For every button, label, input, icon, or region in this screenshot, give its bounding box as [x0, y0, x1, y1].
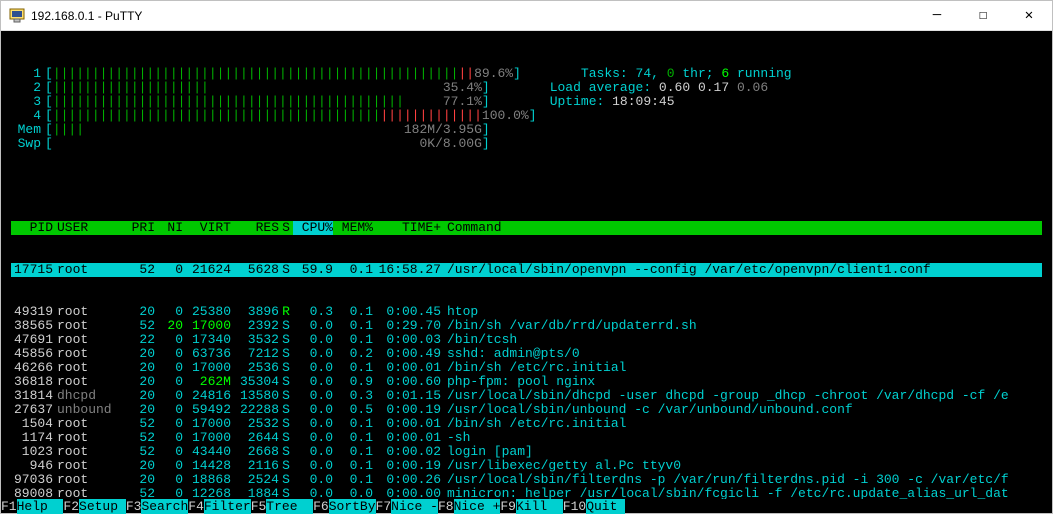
fkey-f10[interactable]: F10Quit: [563, 499, 625, 513]
process-row[interactable]: 47691root220173403532S0.00.10:00.03/bin/…: [11, 333, 1042, 347]
col-pid[interactable]: PID: [11, 221, 53, 235]
process-row[interactable]: 27637unbound2005949222288S0.00.50:00.19/…: [11, 403, 1042, 417]
process-row[interactable]: 1174root520170002644S0.00.10:00.01-sh: [11, 431, 1042, 445]
process-row[interactable]: 36818root200262M35304S0.00.90:00.60php-f…: [11, 375, 1042, 389]
process-row[interactable]: 45856root200637367212S0.00.20:00.49sshd:…: [11, 347, 1042, 361]
putty-window: 192.168.0.1 - PuTTY ─ ☐ ✕ 1[||||||||||||…: [0, 0, 1053, 514]
process-row[interactable]: 946root200144282116S0.00.10:00.19/usr/li…: [11, 459, 1042, 473]
process-row[interactable]: 1023root520434402668S0.00.10:00.02login …: [11, 445, 1042, 459]
process-row[interactable]: 1504root520170002532S0.00.10:00.01/bin/s…: [11, 417, 1042, 431]
titlebar[interactable]: 192.168.0.1 - PuTTY ─ ☐ ✕: [1, 1, 1052, 31]
mem-meter: Mem[|||| 182M/3.95G]: [11, 123, 1042, 137]
process-row[interactable]: 31814dhcpd2002481613580S0.00.30:01.15/us…: [11, 389, 1042, 403]
column-header[interactable]: PID USER PRI NI VIRT RES S CPU% MEM% TIM…: [11, 221, 1042, 235]
col-time[interactable]: TIME+: [373, 221, 441, 235]
fkey-f5[interactable]: F5Tree: [251, 499, 313, 513]
fkey-f1[interactable]: F1Help: [1, 499, 63, 513]
cpu-meter-3: 3[||||||||||||||||||||||||||||||||||||||…: [11, 95, 1042, 109]
col-s[interactable]: S: [279, 221, 293, 235]
process-row[interactable]: 46266root200170002536S0.00.10:00.01/bin/…: [11, 361, 1042, 375]
fkey-f6[interactable]: F6SortBy: [313, 499, 375, 513]
col-res[interactable]: RES: [231, 221, 279, 235]
process-row[interactable]: 49319root200253803896R0.30.10:00.45htop: [11, 305, 1042, 319]
cpu-meter-4: 4[||||||||||||||||||||||||||||||||||||||…: [11, 109, 1042, 123]
terminal[interactable]: 1[||||||||||||||||||||||||||||||||||||||…: [1, 31, 1052, 513]
process-row[interactable]: 38565root5220170002392S0.00.10:29.70/bin…: [11, 319, 1042, 333]
maximize-button[interactable]: ☐: [960, 1, 1006, 30]
window-controls: ─ ☐ ✕: [914, 1, 1052, 30]
fkey-f2[interactable]: F2Setup: [63, 499, 125, 513]
putty-icon: [9, 8, 25, 24]
close-button[interactable]: ✕: [1006, 1, 1052, 30]
fkey-f3[interactable]: F3Search: [126, 499, 188, 513]
window-title: 192.168.0.1 - PuTTY: [31, 9, 914, 23]
col-mem[interactable]: MEM%: [333, 221, 373, 235]
cpu-meter-1: 1[||||||||||||||||||||||||||||||||||||||…: [11, 67, 1042, 81]
col-ni[interactable]: NI: [155, 221, 183, 235]
minimize-button[interactable]: ─: [914, 1, 960, 30]
col-virt[interactable]: VIRT: [183, 221, 231, 235]
fkey-f7[interactable]: F7Nice -: [376, 499, 438, 513]
function-key-bar: F1Help F2Setup F3SearchF4FilterF5Tree F6…: [1, 499, 1052, 513]
fkey-f8[interactable]: F8Nice +: [438, 499, 500, 513]
cpu-meter-2: 2[|||||||||||||||||||| 35.4%]Load averag…: [11, 81, 1042, 95]
col-user[interactable]: USER: [53, 221, 123, 235]
process-row-selected[interactable]: 17715 root 52 0 21624 5628 S 59.9 0.1 16…: [11, 263, 1042, 277]
swp-meter: Swp[ 0K/8.00G]: [11, 137, 1042, 151]
fkey-f9[interactable]: F9Kill: [500, 499, 562, 513]
process-row[interactable]: 97036root200188682524S0.00.10:00.26/usr/…: [11, 473, 1042, 487]
col-pri[interactable]: PRI: [123, 221, 155, 235]
col-cmd[interactable]: Command: [441, 221, 1042, 235]
fkey-f4[interactable]: F4Filter: [188, 499, 250, 513]
col-cpu[interactable]: CPU%: [293, 221, 333, 235]
